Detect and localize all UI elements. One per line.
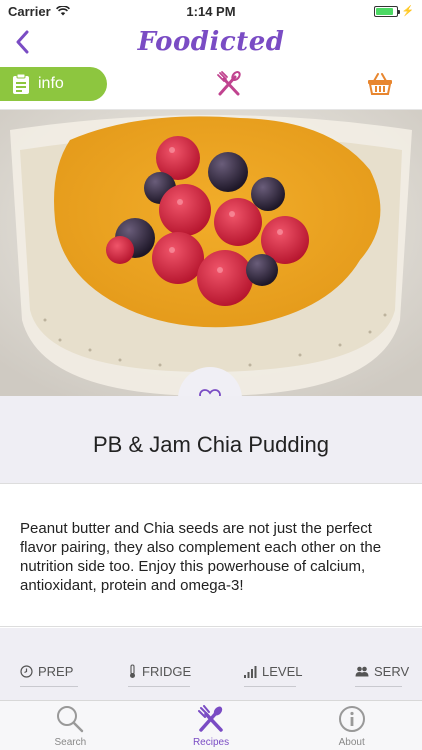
status-right: ⚡ (373, 5, 414, 17)
stat-divider (128, 686, 190, 687)
brand-logo: Foodicted (137, 27, 285, 57)
stat-divider (355, 686, 402, 687)
tab-recipes-label: Recipes (192, 737, 230, 748)
carrier-label: Carrier (8, 3, 51, 19)
recipe-stats: PREP FRIDGE LEVEL SERV (0, 628, 422, 700)
basket-icon (368, 73, 392, 95)
stat-divider (244, 686, 296, 687)
info-tab-label: info (38, 75, 64, 92)
bottom-tab-bar: Search Recipes About (0, 700, 422, 750)
stat-prep: PREP (20, 664, 73, 679)
battery-icon (373, 5, 400, 17)
clipboard-icon (13, 73, 29, 94)
tab-search-label: Search (54, 737, 87, 748)
info-tab[interactable]: info (0, 67, 107, 101)
stat-divider (20, 686, 78, 687)
tab-recipes[interactable]: Recipes (141, 701, 282, 750)
shopping-basket-tab[interactable] (366, 70, 394, 98)
utensils-icon (198, 705, 223, 732)
stat-serv: SERV (355, 664, 409, 679)
stat-fridge-label: FRIDGE (142, 664, 192, 679)
level-bars-icon (244, 665, 257, 678)
tab-about[interactable]: About (281, 701, 422, 750)
recipe-hero-image (0, 110, 422, 396)
pudding-illustration (0, 110, 422, 396)
search-icon (57, 706, 84, 733)
utensils-tab[interactable] (215, 70, 243, 98)
stat-prep-label: PREP (38, 664, 74, 679)
tab-search[interactable]: Search (0, 701, 141, 750)
thermometer-icon (130, 664, 135, 678)
stat-fridge: FRIDGE (128, 664, 191, 679)
back-button[interactable] (10, 28, 34, 56)
people-icon (355, 666, 369, 677)
nav-bar: Foodicted (0, 22, 422, 62)
status-left: Carrier (8, 4, 70, 19)
stat-level-label: LEVEL (262, 664, 303, 679)
recipe-description: Peanut butter and Chia seeds are not jus… (0, 485, 422, 627)
wifi-icon (55, 6, 70, 16)
chevron-left-icon (16, 30, 29, 54)
stat-level: LEVEL (244, 664, 302, 679)
status-bar: Carrier 1:14 PM ⚡ (0, 0, 422, 22)
timer-icon (20, 665, 33, 678)
utensils-icon (217, 71, 241, 96)
info-circle-icon (338, 706, 365, 732)
recipe-tab-row: info (0, 62, 422, 110)
tab-about-label: About (338, 737, 365, 748)
recipe-title: PB & Jam Chia Pudding (92, 431, 330, 457)
stat-serv-label: SERV (374, 664, 410, 679)
recipe-title-section: PB & Jam Chia Pudding (0, 396, 422, 484)
charging-icon: ⚡ (401, 5, 414, 17)
